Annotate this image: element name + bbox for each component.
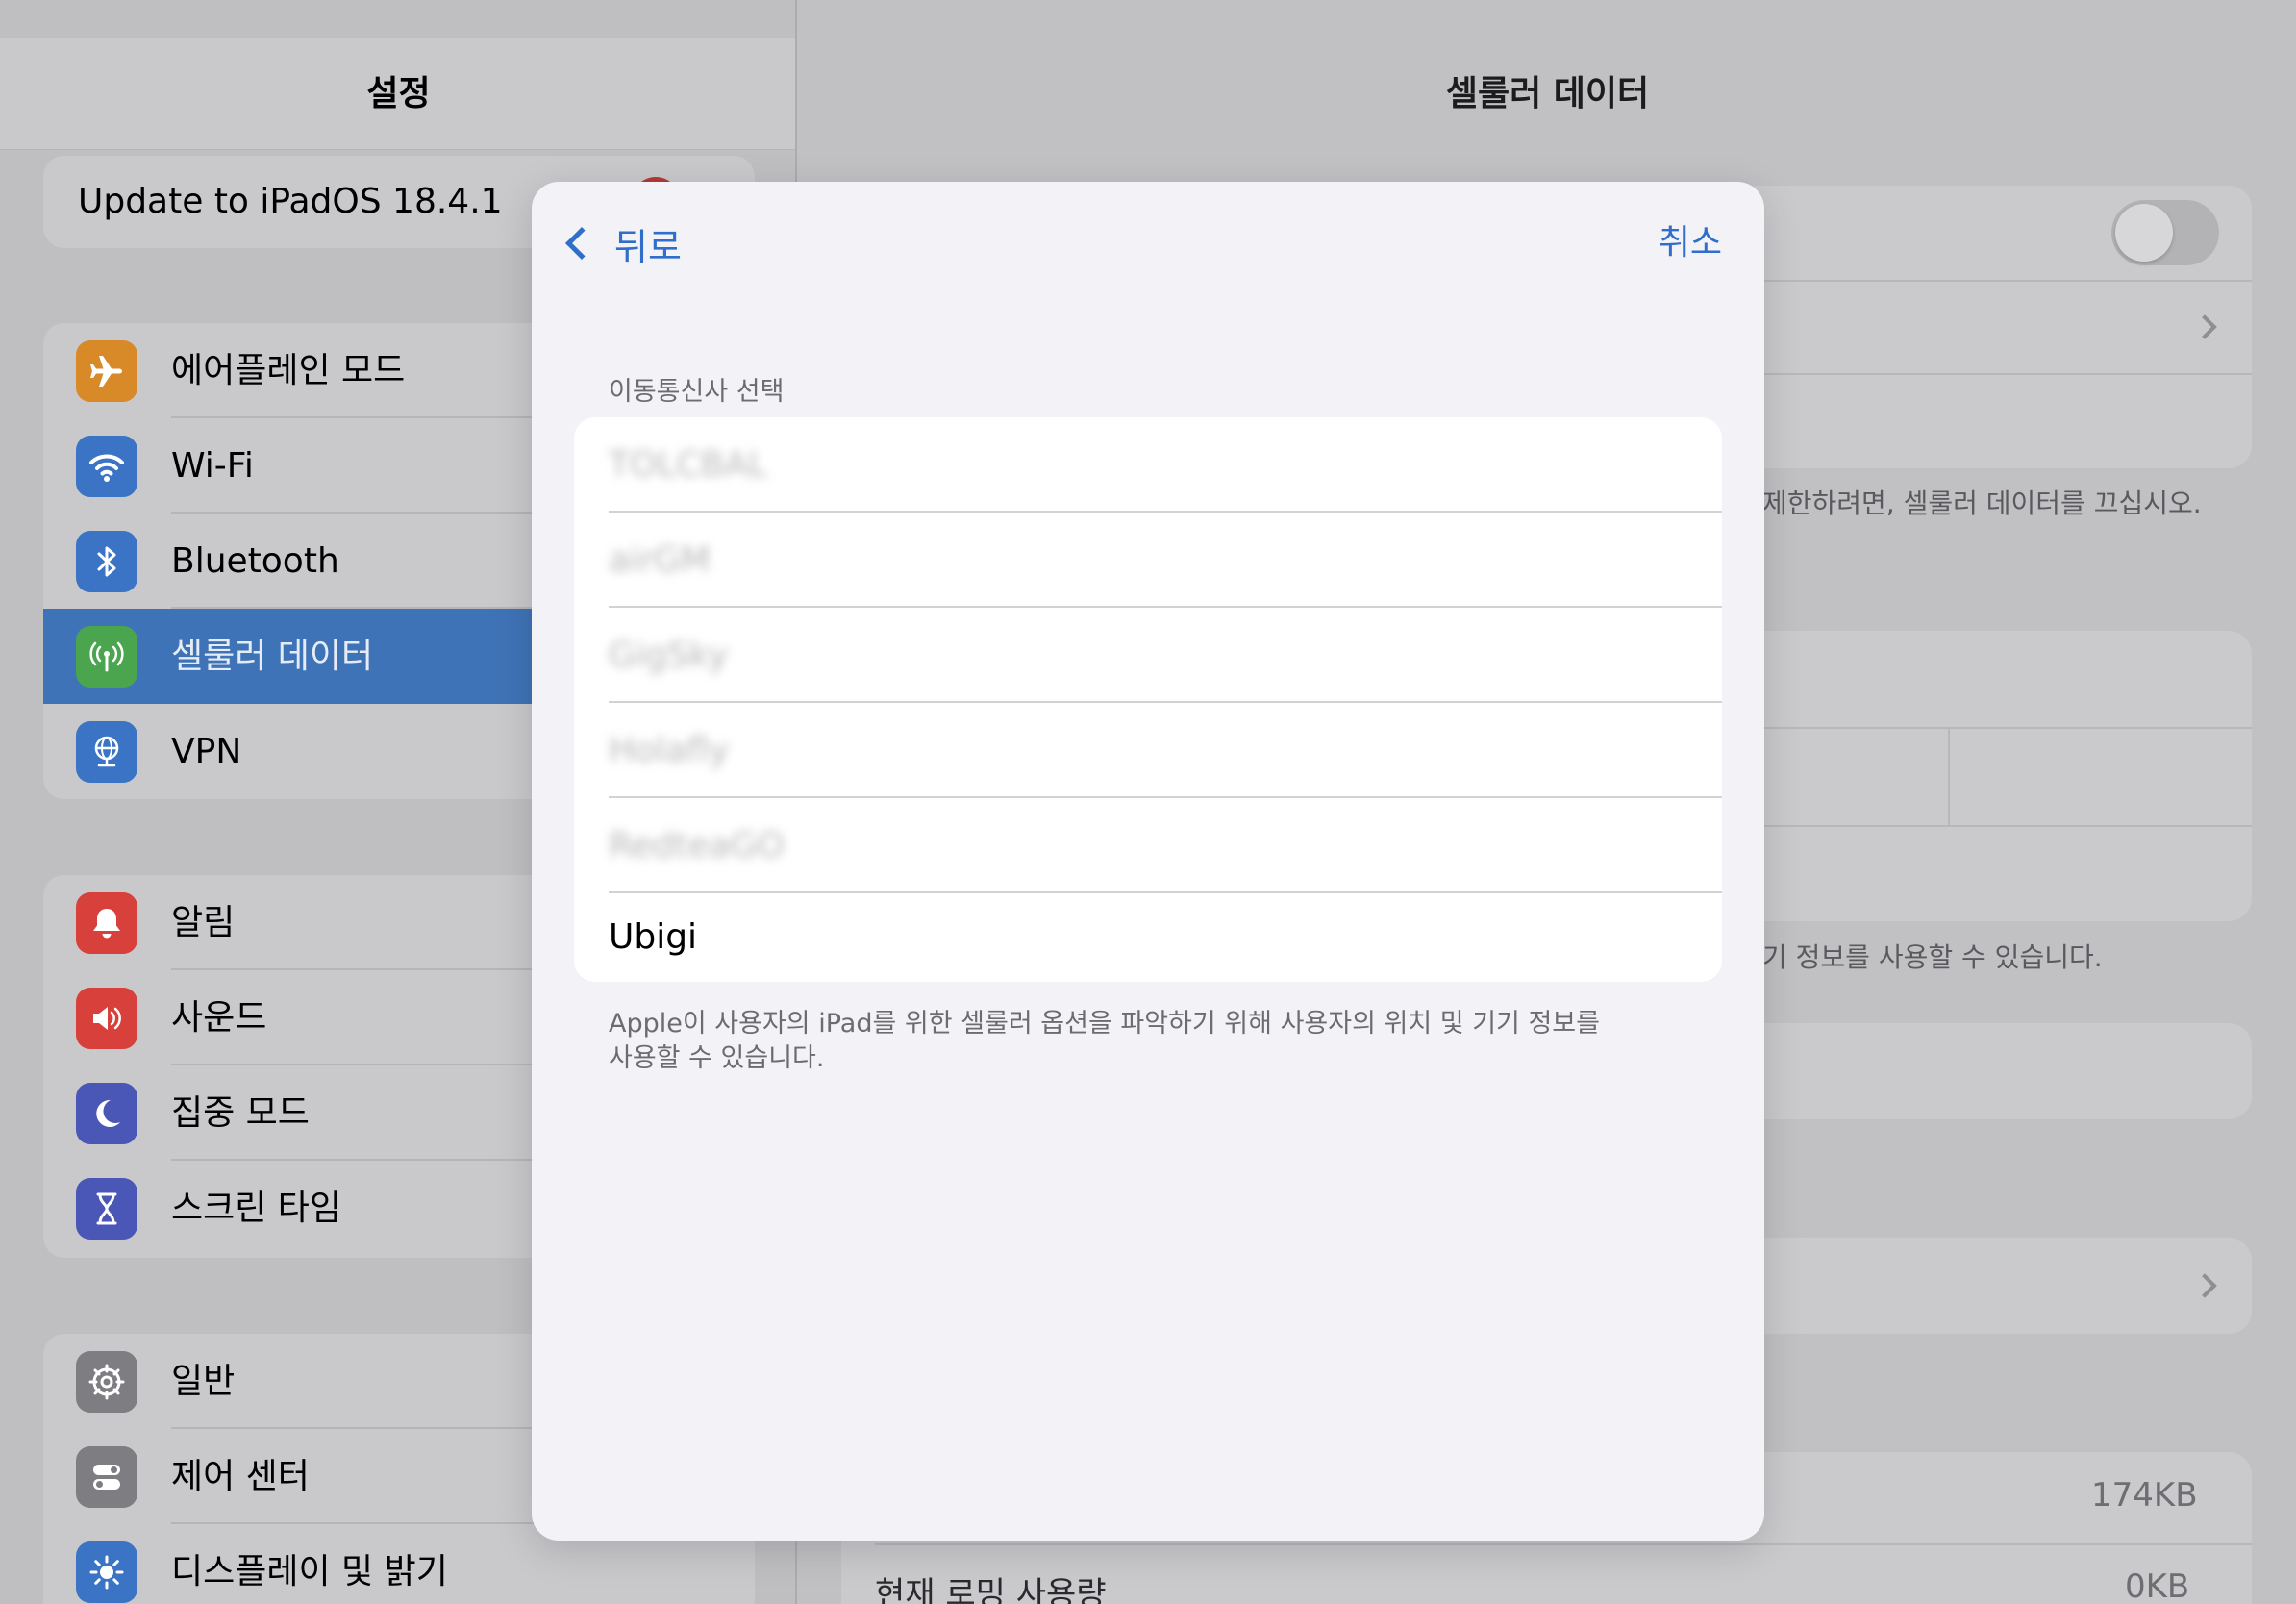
hourglass-icon: [76, 1178, 137, 1240]
disclaimer-line: 사용할 수 있습니다.: [609, 1043, 825, 1073]
carrier-row-ubigi[interactable]: Ubigi: [574, 893, 1722, 982]
toggle-knob: [2115, 204, 2173, 262]
cancel-button[interactable]: 취소: [1659, 216, 1722, 270]
sidebar-item-label: 알림: [171, 903, 236, 942]
wifi-icon: [76, 436, 137, 497]
speaker-icon: [76, 988, 137, 1049]
roaming-usage-label: 현재 로밍 사용량: [875, 1575, 1107, 1604]
sidebar-item-label: VPN: [171, 732, 242, 771]
carrier-name: Ubigi: [609, 917, 698, 957]
vpn-globe-icon: [76, 721, 137, 783]
cellular-note: 제한하려면, 셀룰러 데이터를 끄십시오.: [1762, 488, 2202, 519]
carrier-name: Holafly: [609, 731, 730, 770]
sidebar-item-label: Wi-Fi: [171, 446, 254, 486]
bluetooth-icon: [76, 531, 137, 592]
gear-icon: [76, 1351, 137, 1413]
sidebar-item-label: 일반: [171, 1362, 236, 1401]
carrier-row[interactable]: TOLCBAL: [574, 417, 1722, 513]
carrier-name: GigSky: [609, 636, 729, 675]
carrier-row[interactable]: airGM: [574, 513, 1722, 608]
sidebar-item-label: 사운드: [171, 998, 267, 1038]
roaming-usage-value: 0KB: [2125, 1567, 2190, 1604]
sidebar-item-label: 스크린 타임: [171, 1189, 342, 1228]
carrier-selection-sheet: 뒤로 취소 이동통신사 선택 TOLCBAL airGM GigSky Hola…: [532, 182, 1764, 1541]
sidebar-item-label: 디스플레이 및 밝기: [171, 1552, 448, 1591]
sun-icon: [76, 1541, 137, 1603]
carrier-row[interactable]: RedteaGO: [574, 798, 1722, 893]
sidebar-item-label: Bluetooth: [171, 541, 339, 581]
current-usage-value: 174KB: [2091, 1476, 2198, 1515]
cellular-data-toggle[interactable]: [2111, 200, 2219, 265]
airplane-icon: [76, 340, 137, 402]
carrier-row[interactable]: Holafly: [574, 703, 1722, 798]
disclaimer-line: Apple이 사용자의 iPad를 위한 셀룰러 옵션을 파악하기 위해 사용자…: [609, 1009, 1600, 1039]
cellular-icon: [76, 626, 137, 688]
sidebar-title: 설정: [366, 74, 431, 113]
chevron-left-icon: [565, 227, 598, 260]
sidebar-item-label: 에어플레인 모드: [171, 351, 406, 390]
card-divider: [875, 1543, 2252, 1545]
card-divider: [1764, 373, 2252, 375]
card-divider: [1764, 280, 2252, 282]
detail-title: 셀룰러 데이터: [1445, 74, 1650, 113]
carrier-name: airGM: [609, 540, 711, 580]
update-label: Update to iPadOS 18.4.1: [78, 182, 503, 221]
location-note: 기 정보를 사용할 수 있습니다.: [1762, 941, 2103, 973]
card-divider: [1948, 729, 1950, 825]
sidebar-item-label: 집중 모드: [171, 1093, 310, 1133]
carrier-row[interactable]: GigSky: [574, 608, 1722, 703]
location-disclaimer: Apple이 사용자의 iPad를 위한 셀룰러 옵션을 파악하기 위해 사용자…: [609, 1007, 1647, 1076]
bell-icon: [76, 892, 137, 954]
sidebar-item-label: 제어 센터: [171, 1457, 310, 1496]
back-label: 뒤로: [614, 225, 682, 268]
carrier-name: TOLCBAL: [609, 445, 767, 485]
back-button[interactable]: 뒤로: [561, 216, 682, 270]
sidebar-item-label: 셀룰러 데이터: [171, 637, 374, 676]
switches-icon: [76, 1446, 137, 1508]
card-divider: [1764, 825, 2252, 827]
section-header: 이동통신사 선택: [609, 377, 785, 407]
carrier-name: RedteaGO: [609, 826, 785, 865]
sidebar-header: 설정: [0, 38, 795, 150]
moon-icon: [76, 1083, 137, 1144]
carrier-list: TOLCBAL airGM GigSky Holafly RedteaGO Ub…: [574, 417, 1722, 982]
card-divider: [1764, 727, 2252, 729]
